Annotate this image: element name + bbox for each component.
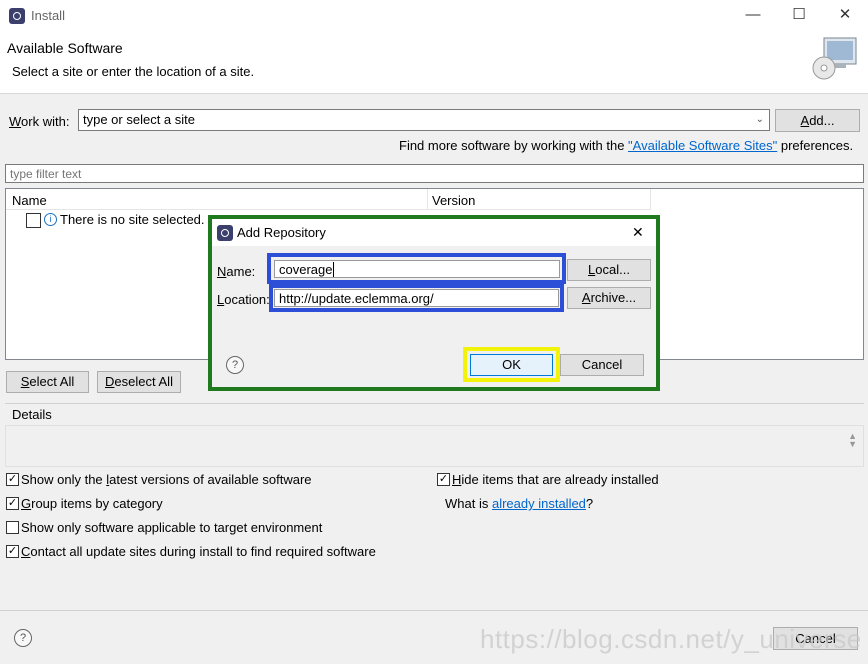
more-software-text: Find more software by working with the "… — [399, 138, 854, 153]
title-bar: Install — ☐ ✕ — [0, 0, 868, 31]
work-with-combo[interactable]: type or select a site ⌄ — [78, 109, 770, 131]
column-header-version[interactable]: Version — [432, 193, 475, 208]
add-site-button[interactable]: Add... — [775, 109, 860, 132]
target-env-label: Show only software applicable to target … — [21, 520, 323, 535]
work-with-label: Work with: — [9, 114, 70, 129]
dialog-title: Add Repository — [237, 225, 326, 240]
contact-sites-checkbox[interactable]: ✓ — [6, 545, 19, 558]
scroll-arrows-icon[interactable]: ▲ ▼ — [848, 432, 857, 449]
work-with-value: type or select a site — [83, 112, 195, 127]
hide-installed-label: Hide items that are already installed — [452, 472, 659, 487]
ok-button[interactable]: OK — [470, 354, 553, 376]
group-items-checkbox[interactable]: ✓ — [6, 497, 19, 510]
footer-divider — [0, 610, 868, 611]
dialog-title-bar: Add Repository ✕ — [212, 219, 656, 246]
what-is-installed-text: What is already installed? — [445, 496, 594, 511]
latest-versions-label: Show only the latest versions of availab… — [21, 472, 312, 487]
install-banner-icon — [810, 36, 858, 82]
target-env-checkbox[interactable] — [6, 521, 19, 534]
repo-location-label: Location: — [217, 292, 270, 307]
details-label: Details — [12, 407, 52, 422]
maximize-icon[interactable]: ☐ — [776, 0, 822, 31]
dialog-app-icon — [217, 225, 233, 241]
empty-message: There is no site selected. — [60, 212, 205, 227]
details-area[interactable]: ▲ ▼ — [5, 425, 864, 467]
window-title: Install — [31, 8, 65, 23]
close-icon[interactable]: ✕ — [822, 0, 868, 31]
repo-name-input[interactable]: coverage — [274, 260, 560, 278]
filter-input[interactable] — [5, 164, 864, 183]
page-title: Available Software — [7, 40, 123, 56]
latest-versions-checkbox[interactable]: ✓ — [6, 473, 19, 486]
chevron-down-icon[interactable]: ⌄ — [756, 110, 764, 130]
dialog-close-icon[interactable]: ✕ — [632, 224, 644, 241]
column-header-name[interactable]: Name — [12, 193, 47, 208]
table-header: Name Version — [6, 189, 651, 210]
group-items-label: Group items by category — [21, 496, 163, 511]
divider — [5, 403, 864, 404]
page-subtitle: Select a site or enter the location of a… — [12, 64, 255, 79]
dialog-cancel-button[interactable]: Cancel — [560, 354, 644, 376]
contact-sites-label: Contact all update sites during install … — [21, 544, 376, 559]
app-icon — [9, 8, 25, 24]
local-button[interactable]: Local... — [567, 259, 651, 281]
watermark: https://blog.csdn.net/y_universe — [480, 624, 862, 654]
repo-name-label: Name: — [217, 264, 256, 279]
archive-button[interactable]: Archive... — [567, 287, 651, 309]
available-software-sites-link[interactable]: "Available Software Sites" — [628, 138, 777, 153]
repo-location-input[interactable]: http://update.eclemma.org/ — [274, 289, 559, 307]
table-row-checkbox[interactable] — [26, 213, 41, 228]
minimize-icon[interactable]: — — [730, 0, 776, 31]
deselect-all-button[interactable]: Deselect All — [97, 371, 181, 393]
help-icon[interactable]: ? — [14, 629, 32, 647]
already-installed-link[interactable]: already installed — [492, 496, 586, 511]
dialog-help-icon[interactable]: ? — [226, 356, 244, 374]
info-icon: i — [44, 213, 57, 226]
hide-installed-checkbox[interactable]: ✓ — [437, 473, 450, 486]
select-all-button[interactable]: Select All — [6, 371, 89, 393]
wizard-header: Available Software Select a site or ente… — [0, 31, 868, 94]
